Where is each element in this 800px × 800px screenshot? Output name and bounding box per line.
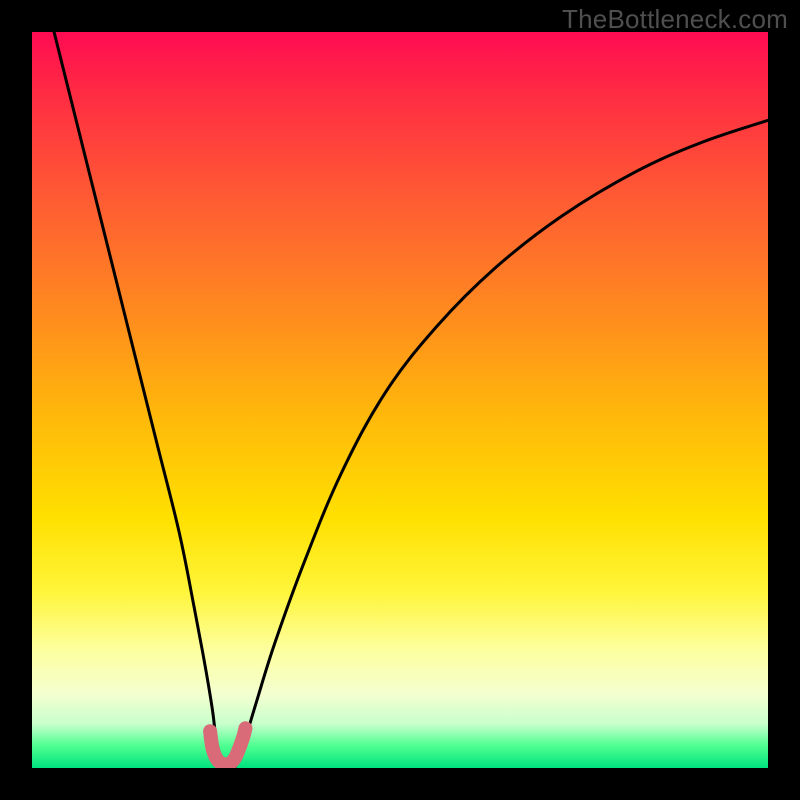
right-branch-curve (234, 120, 768, 768)
left-branch-curve (54, 32, 227, 768)
plot-area (32, 32, 768, 768)
watermark-text: TheBottleneck.com (562, 4, 788, 35)
chart-frame: TheBottleneck.com (0, 0, 800, 800)
valley-marker-u (210, 728, 245, 764)
curve-layer (32, 32, 768, 768)
